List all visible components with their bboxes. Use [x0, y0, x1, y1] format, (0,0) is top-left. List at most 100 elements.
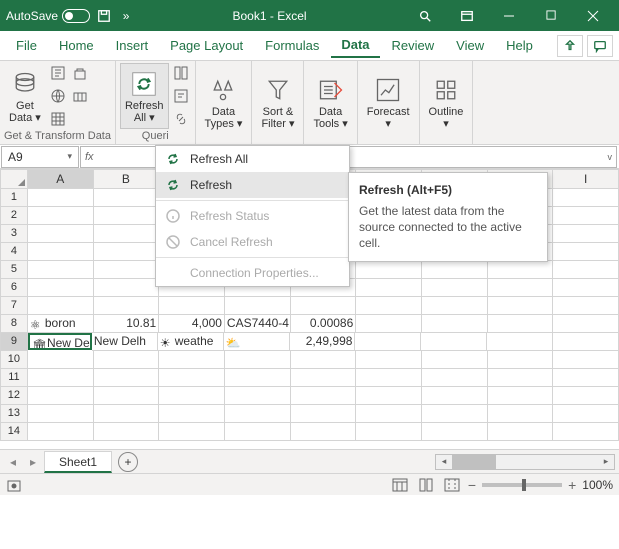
share-icon[interactable]: [557, 35, 583, 57]
more-icon[interactable]: »: [118, 8, 134, 24]
data-tools-button[interactable]: Data Tools ▾: [308, 69, 352, 135]
zoom-level[interactable]: 100%: [582, 478, 613, 492]
data-types-button[interactable]: Data Types ▾: [200, 69, 248, 135]
tooltip-title: Refresh (Alt+F5): [359, 183, 537, 197]
from-text-icon[interactable]: [48, 64, 68, 82]
row-header[interactable]: 1: [0, 189, 28, 207]
get-data-label: Get Data ▾: [9, 100, 41, 124]
weather-icon: ☀: [160, 335, 174, 349]
document-title: Book1 - Excel: [134, 9, 405, 23]
scroll-right-icon[interactable]: ▸: [598, 455, 614, 469]
maximize-button[interactable]: [531, 1, 571, 31]
cell-c9[interactable]: ☀weathe: [158, 333, 224, 351]
forecast-button[interactable]: Forecast ▾: [362, 69, 415, 135]
refresh-all-label: Refresh All ▾: [125, 100, 164, 124]
get-data-button[interactable]: Get Data ▾: [4, 63, 46, 129]
data-types-label: Data Types ▾: [205, 106, 243, 130]
tab-insert[interactable]: Insert: [106, 34, 159, 57]
menu-refresh-label: Refresh: [190, 178, 232, 192]
tab-help[interactable]: Help: [496, 34, 543, 57]
comments-icon[interactable]: [587, 35, 613, 57]
col-header-a[interactable]: A: [28, 169, 94, 189]
edit-links-icon[interactable]: [171, 110, 191, 128]
tab-file[interactable]: File: [6, 34, 47, 57]
from-web-icon[interactable]: [48, 87, 68, 105]
refresh-single-icon: [164, 176, 182, 194]
tab-view[interactable]: View: [446, 34, 494, 57]
horizontal-scrollbar[interactable]: ◂ ▸: [435, 454, 615, 470]
menu-cancel-refresh: Cancel Refresh: [156, 229, 349, 255]
menu-refresh-all-label: Refresh All: [190, 152, 248, 166]
cell[interactable]: [28, 189, 94, 207]
menu-refresh-status-label: Refresh Status: [190, 209, 269, 223]
chemical-icon: ⚛: [30, 317, 44, 331]
geography-icon: 🏛: [32, 337, 46, 350]
select-all-corner[interactable]: [0, 169, 28, 189]
properties-icon[interactable]: [171, 87, 191, 105]
data-tools-icon: [317, 74, 345, 106]
from-table-icon[interactable]: [48, 110, 68, 128]
refresh-icon: [129, 68, 159, 100]
cell-b9[interactable]: New Delh: [92, 333, 158, 351]
search-icon[interactable]: [405, 1, 445, 31]
col-header-i[interactable]: I: [553, 169, 619, 189]
queries-connections-icon[interactable]: [171, 64, 191, 82]
scroll-thumb[interactable]: [452, 455, 496, 469]
tab-formulas[interactable]: Formulas: [255, 34, 329, 57]
outline-button[interactable]: Outline ▾: [424, 69, 469, 135]
zoom-in-button[interactable]: +: [568, 477, 576, 493]
menu-cancel-label: Cancel Refresh: [190, 235, 273, 249]
minimize-button[interactable]: [489, 1, 529, 31]
refresh-all-icon: [164, 150, 182, 168]
sheet-tab-bar: ◂ ▸ Sheet1 + ◂ ▸: [0, 449, 619, 473]
add-sheet-button[interactable]: +: [118, 452, 138, 472]
fx-icon[interactable]: fx: [81, 151, 98, 163]
cancel-icon: [164, 233, 182, 251]
sort-filter-label: Sort & Filter ▾: [261, 106, 294, 130]
nav-first-icon[interactable]: ◂: [4, 453, 22, 471]
refresh-all-button[interactable]: Refresh All ▾: [120, 63, 169, 129]
normal-view-icon[interactable]: [390, 476, 410, 494]
name-box[interactable]: A9: [1, 146, 79, 168]
tab-data[interactable]: Data: [331, 33, 379, 58]
menu-refresh-all[interactable]: Refresh All: [156, 146, 349, 172]
cell-e8[interactable]: 0.00086: [291, 315, 357, 333]
data-types-icon: [209, 74, 237, 106]
save-icon[interactable]: [96, 8, 112, 24]
sheet-tab[interactable]: Sheet1: [44, 451, 112, 473]
col-header-b[interactable]: B: [94, 169, 160, 189]
cell-d9[interactable]: ⛅: [224, 333, 290, 351]
ribbon-display-icon[interactable]: [447, 1, 487, 31]
tab-home[interactable]: Home: [49, 34, 104, 57]
ribbon: Get Data ▾ Get & Transform Data Refresh …: [0, 61, 619, 145]
scroll-left-icon[interactable]: ◂: [436, 455, 452, 469]
tab-review[interactable]: Review: [382, 34, 445, 57]
cell-b8[interactable]: 10.81: [94, 315, 160, 333]
existing-conn-icon[interactable]: [70, 87, 90, 105]
cell-a9-selected[interactable]: 🏛New Dell: [28, 333, 92, 350]
zoom-slider[interactable]: [482, 483, 562, 487]
menu-refresh[interactable]: Refresh: [156, 172, 349, 198]
sort-filter-button[interactable]: Sort & Filter ▾: [256, 69, 299, 135]
group-label-transform: Get & Transform Data: [4, 129, 111, 143]
recent-sources-icon[interactable]: [70, 64, 90, 82]
ribbon-tabs: File Home Insert Page Layout Formulas Da…: [0, 31, 619, 61]
cell-d8[interactable]: CAS7440-4: [225, 315, 291, 333]
cell-e9[interactable]: 2,49,998: [290, 333, 356, 351]
group-label-queries: Queri: [120, 129, 191, 143]
record-macro-icon[interactable]: [6, 477, 22, 493]
page-break-view-icon[interactable]: [442, 476, 462, 494]
close-button[interactable]: [573, 1, 613, 31]
title-bar: AutoSave » Book1 - Excel: [0, 0, 619, 31]
tooltip-body: Get the latest data from the source conn…: [359, 203, 537, 251]
zoom-out-button[interactable]: −: [468, 477, 476, 493]
cell-c8[interactable]: 4,000: [159, 315, 225, 333]
page-layout-view-icon[interactable]: [416, 476, 436, 494]
autosave-toggle[interactable]: AutoSave: [6, 9, 90, 23]
status-bar: − + 100%: [0, 473, 619, 495]
filter-icon: [264, 74, 292, 106]
menu-connection-props: Connection Properties...: [156, 260, 349, 286]
cell-a8[interactable]: ⚛boron: [28, 315, 94, 333]
tab-pagelayout[interactable]: Page Layout: [160, 34, 253, 57]
nav-next-icon[interactable]: ▸: [24, 453, 42, 471]
